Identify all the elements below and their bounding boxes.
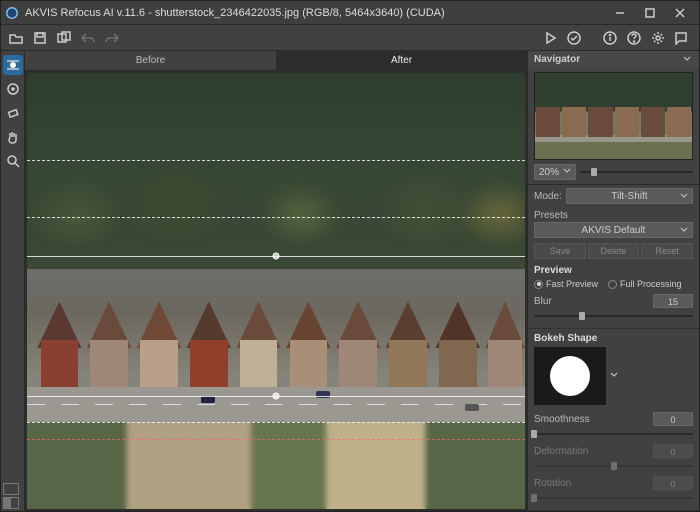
settings-button[interactable] [647, 27, 669, 49]
bokeh-label: Bokeh Shape [528, 331, 699, 344]
tilt-shift-tool[interactable] [3, 55, 23, 75]
fast-preview-radio[interactable]: Fast Preview [534, 279, 598, 289]
right-panel: Navigator 20% [527, 51, 699, 511]
body: Before After [1, 51, 699, 511]
navigator-thumbnail[interactable] [534, 72, 693, 160]
preset-combo[interactable]: AKVIS Default [534, 222, 693, 238]
blur-param: Blur15 [528, 292, 699, 324]
rotation-value: 0 [653, 476, 693, 490]
redo-button[interactable] [101, 27, 123, 49]
mode-value: Tilt-Shift [611, 191, 647, 202]
window-title: AKVIS Refocus AI v.11.6 - shutterstock_2… [25, 7, 605, 19]
chevron-down-icon [680, 192, 688, 203]
blur-value[interactable]: 15 [653, 294, 693, 308]
mode-label: Mode: [534, 191, 562, 202]
mode-combo[interactable]: Tilt-Shift [566, 188, 693, 204]
rotation-param: Rotation0 [528, 474, 699, 506]
app-icon [5, 6, 19, 20]
app-window: AKVIS Refocus AI v.11.6 - shutterstock_2… [0, 0, 700, 512]
close-button[interactable] [665, 2, 695, 24]
zoom-slider[interactable] [580, 166, 693, 178]
news-button[interactable] [671, 27, 693, 49]
tab-before[interactable]: Before [25, 51, 276, 70]
apply-button[interactable] [563, 27, 585, 49]
hand-tool[interactable] [3, 127, 23, 147]
bokeh-circle-icon [550, 356, 590, 396]
full-processing-radio[interactable]: Full Processing [608, 279, 682, 289]
zoom-value: 20% [539, 167, 559, 178]
preset-save-button[interactable]: Save [534, 243, 586, 259]
single-view-button[interactable] [3, 483, 19, 495]
save-button[interactable] [29, 27, 51, 49]
help-button[interactable] [623, 27, 645, 49]
eraser-tool[interactable] [3, 103, 23, 123]
guide-outer-top[interactable] [27, 160, 525, 161]
chevron-down-icon[interactable] [683, 55, 693, 65]
presets-label: Presets [534, 210, 568, 221]
zoom-tool[interactable] [3, 151, 23, 171]
smoothness-value[interactable]: 0 [653, 412, 693, 426]
info-button[interactable] [599, 27, 621, 49]
split-view-button[interactable] [3, 497, 19, 509]
view-toggles [1, 481, 24, 511]
maximize-button[interactable] [635, 2, 665, 24]
zoom-combo[interactable]: 20% [534, 164, 576, 180]
preview-title: Preview [528, 263, 699, 276]
deformation-value: 0 [653, 444, 693, 458]
focus-area-tool[interactable] [3, 79, 23, 99]
guide-outer-bottom[interactable] [27, 439, 525, 440]
preset-reset-button[interactable]: Reset [641, 243, 693, 259]
undo-button[interactable] [77, 27, 99, 49]
main-area: Before After [25, 51, 527, 511]
preset-value: AKVIS Default [582, 225, 646, 236]
navigator-panel: 20% [528, 68, 699, 185]
minimize-button[interactable] [605, 2, 635, 24]
rotation-slider [534, 492, 693, 504]
titlebar: AKVIS Refocus AI v.11.6 - shutterstock_2… [1, 1, 699, 25]
open-button[interactable] [5, 27, 27, 49]
navigator-header: Navigator [528, 51, 699, 68]
smoothness-param: Smoothness0 [528, 410, 699, 442]
handle-top[interactable] [273, 253, 280, 260]
guide-inner-bottom[interactable] [27, 422, 525, 423]
chevron-down-icon[interactable] [610, 371, 618, 382]
tab-after[interactable]: After [276, 51, 527, 70]
run-button[interactable] [539, 27, 561, 49]
tabs: Before After [25, 51, 527, 71]
top-toolbar [1, 25, 699, 51]
deformation-slider [534, 460, 693, 472]
batch-button[interactable] [53, 27, 75, 49]
left-toolbar [1, 51, 25, 511]
smoothness-slider[interactable] [534, 428, 693, 440]
preset-delete-button[interactable]: Delete [588, 243, 640, 259]
guide-inner-top[interactable] [27, 217, 525, 218]
bokeh-shape-picker[interactable] [534, 347, 606, 405]
handle-bottom[interactable] [273, 392, 280, 399]
navigator-title: Navigator [534, 54, 683, 65]
image-canvas[interactable] [27, 73, 525, 509]
blur-slider[interactable] [534, 310, 693, 322]
chevron-down-icon [563, 167, 571, 178]
chevron-down-icon [680, 226, 688, 237]
deformation-param: Deformation0 [528, 442, 699, 474]
